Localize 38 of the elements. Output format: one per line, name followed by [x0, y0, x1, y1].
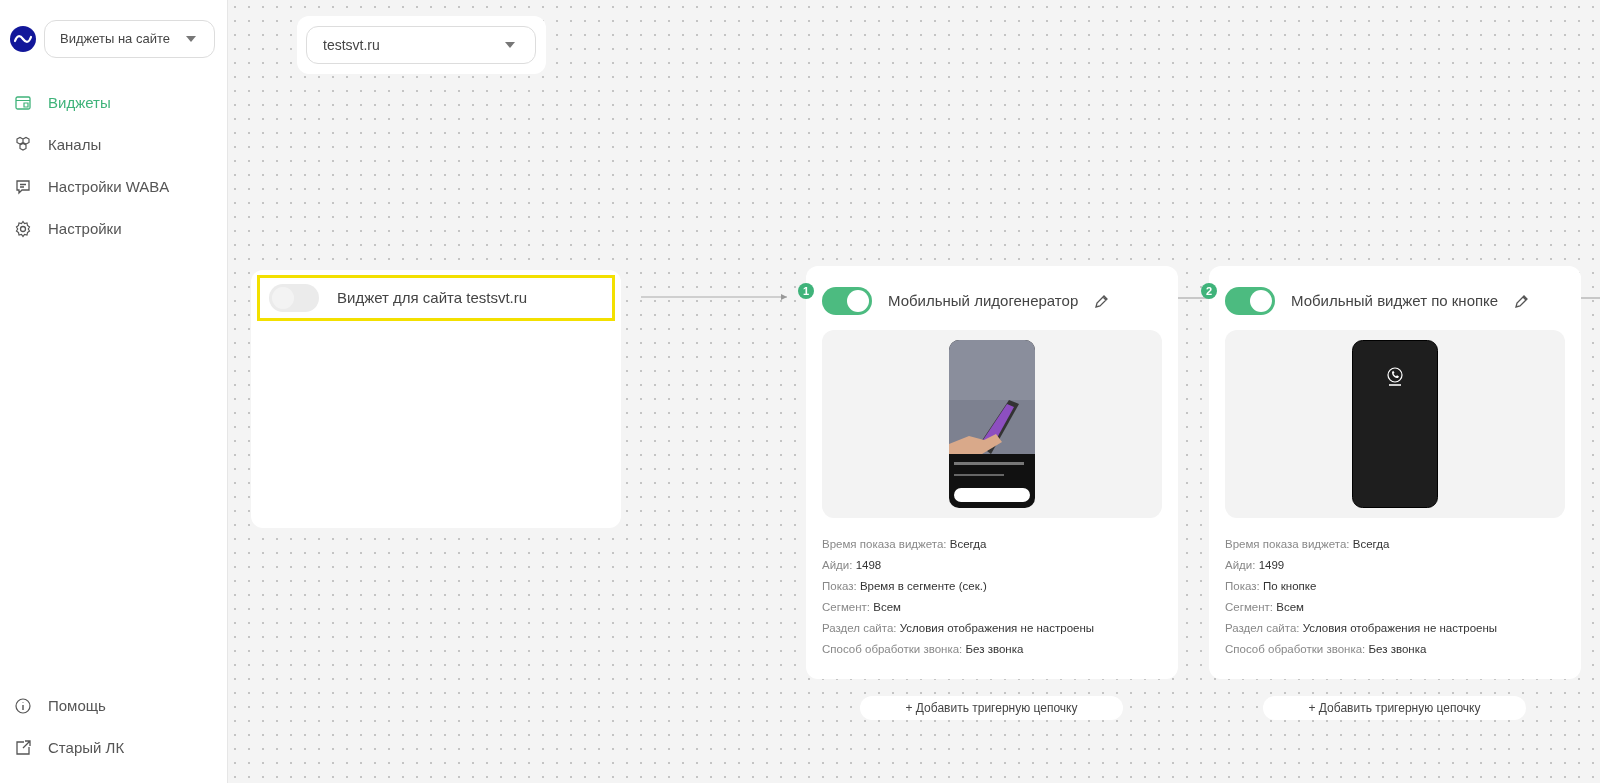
external-link-icon	[14, 739, 32, 757]
add-chain-button[interactable]: + Добавить тригерную цепочку	[860, 696, 1123, 720]
info-row-text: Время показа виджета: Всегда	[1225, 537, 1391, 552]
sidebar-item[interactable]: Настройки	[10, 208, 215, 250]
edit-icon[interactable]	[1094, 293, 1110, 309]
section-select[interactable]: Виджеты на сайте	[44, 20, 215, 58]
node-title: Виджет для сайта testsvt.ru	[337, 287, 528, 308]
info-row-text: Раздел сайта: Условия отображения не настроены	[822, 621, 1096, 636]
add-chain-button[interactable]: + Добавить тригерную цепочку	[1263, 696, 1526, 720]
caret-icon	[186, 36, 196, 42]
sidebar-item[interactable]: Старый ЛК	[10, 727, 215, 769]
info-row-text: Способ обработки звонка: Без звонка	[1225, 642, 1428, 657]
chat-icon	[14, 178, 32, 196]
node-title: Мобильный виджет по кнопке	[1291, 290, 1499, 311]
info-row-text: Показ: Время в сегменте (сек.)	[822, 579, 988, 594]
info-row-text: Айди: 1499	[1225, 558, 1286, 573]
info-row-text: Сегмент: Всем	[1225, 600, 1305, 615]
step-number: 1	[798, 283, 814, 299]
info-row-text: Способ обработки звонка: Без звонка	[822, 642, 1025, 657]
sidebar-item[interactable]: Каналы	[10, 124, 215, 166]
node-title: Мобильный лидогенератор	[888, 290, 1079, 311]
info-icon	[14, 697, 32, 715]
settings-icon	[14, 220, 32, 238]
info-row-text: Показ: По кнопке	[1225, 579, 1318, 594]
caret-icon	[505, 42, 515, 48]
logo-icon	[10, 26, 36, 52]
step-number: 2	[1201, 283, 1217, 299]
info-row-text: Сегмент: Всем	[822, 600, 902, 615]
widget-icon	[14, 94, 32, 112]
site-select[interactable]: testsvt.ru	[306, 26, 536, 64]
edit-icon[interactable]	[1514, 293, 1530, 309]
toggle-switch[interactable]	[1225, 287, 1275, 315]
info-row-text: Время показа виджета: Всегда	[822, 537, 988, 552]
toggle-switch[interactable]	[822, 287, 872, 315]
info-row-text: Раздел сайта: Условия отображения не настроены	[1225, 621, 1499, 636]
info-row-text: Айди: 1498	[822, 558, 883, 573]
sidebar-item[interactable]: Помощь	[10, 685, 215, 727]
sidebar-item[interactable]: Настройки WABA	[10, 166, 215, 208]
